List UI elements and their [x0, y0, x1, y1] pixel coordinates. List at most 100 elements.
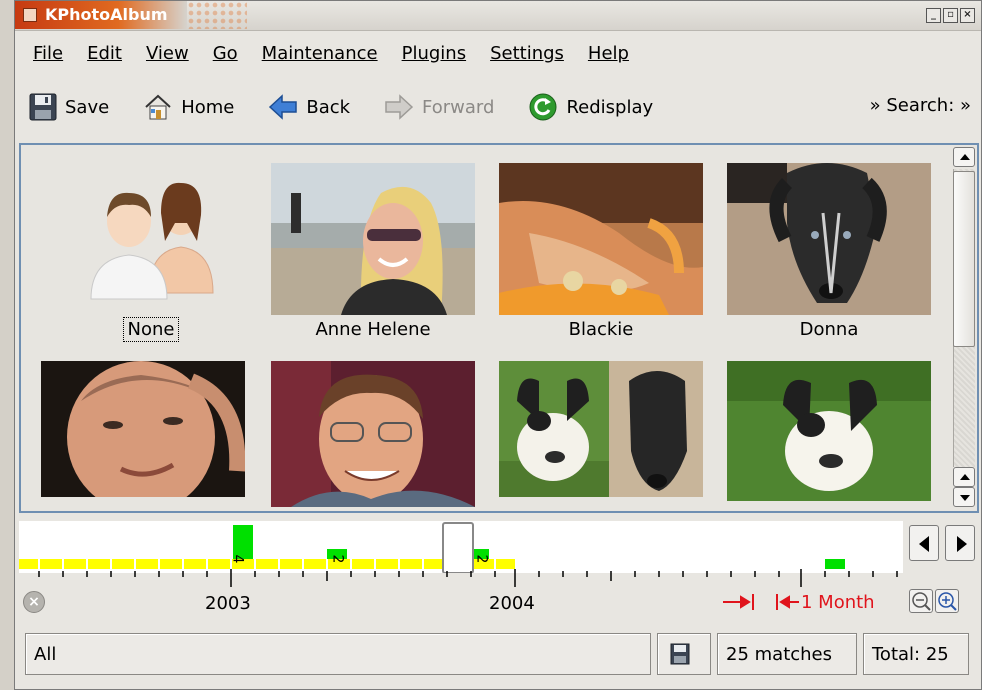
menu-file[interactable]: File [33, 43, 63, 64]
menubar: File Edit View Go Maintenance Plugins Se… [15, 33, 981, 73]
maximize-icon[interactable]: ▫ [943, 8, 958, 23]
forward-label: Forward [422, 96, 495, 118]
menu-settings[interactable]: Settings [490, 43, 564, 64]
app-icon [23, 8, 37, 22]
total-label: Total: 25 [872, 643, 949, 665]
total-count: Total: 25 [863, 633, 969, 675]
menu-plugins-label: Plugins [401, 42, 467, 64]
refresh-icon [529, 93, 557, 121]
toolbar: Save Home Back Forward Redisplay » Searc… [15, 77, 981, 137]
count-label-2: 2 [329, 554, 346, 564]
back-arrow-icon [269, 94, 298, 120]
scroll-up-button-lower[interactable] [953, 467, 975, 487]
scroll-down-button[interactable] [953, 487, 975, 507]
date-bar-scroll-left-button[interactable] [909, 525, 939, 561]
window-title: KPhotoAlbum [45, 5, 168, 24]
count-label-3: 2 [473, 554, 490, 564]
donna-photo [727, 163, 931, 315]
person-6-thumbnail[interactable] [271, 361, 475, 507]
zoom-in-icon [938, 592, 957, 611]
matches-label: 25 matches [726, 643, 833, 665]
range-unit-label: 1 Month [801, 591, 875, 613]
caption-blackie: Blackie [568, 319, 634, 340]
count-label-1: 4 [229, 554, 246, 564]
person-5-photo [41, 361, 245, 497]
status-bar: All 25 matches Total: 25 [15, 631, 981, 679]
anne-helene-thumbnail[interactable] [271, 163, 475, 315]
caption-anne-helene: Anne Helene [315, 319, 431, 340]
scroll-thumb[interactable] [953, 171, 975, 347]
person-7-thumbnail[interactable] [499, 361, 703, 497]
person-8-photo [727, 361, 931, 501]
forward-button[interactable]: Forward [384, 94, 494, 120]
caption-donna: Donna [799, 319, 859, 340]
back-button[interactable]: Back [268, 94, 350, 120]
filter-text: All [34, 643, 57, 665]
range-arrows-icon [723, 594, 799, 610]
caption-none: None [49, 317, 253, 342]
date-bar-ticks [38, 569, 898, 587]
home-label: Home [181, 96, 235, 118]
date-bar-yellow-segments [19, 559, 515, 569]
menu-go[interactable]: Go [213, 43, 238, 64]
category-icon-view[interactable]: None Anne Helene Blackie Donna [19, 143, 979, 513]
floppy-icon [29, 93, 57, 121]
main-window: KPhotoAlbum _ ▫ × File Edit View Go Main… [14, 0, 982, 690]
clear-date-selection-icon[interactable]: × [23, 591, 45, 613]
window-controls: _ ▫ × [926, 8, 975, 23]
vertical-scrollbar[interactable] [953, 147, 975, 509]
menu-help-label: Help [587, 42, 629, 64]
donna-thumbnail[interactable] [727, 163, 931, 315]
date-bar[interactable]: 4 2 2 [19, 521, 903, 573]
date-bar-selection[interactable] [442, 522, 474, 573]
date-range-unit: 1 Month [721, 591, 875, 613]
blackie-photo [499, 163, 703, 315]
menu-plugins[interactable]: Plugins [402, 43, 466, 64]
save-search-button[interactable] [657, 633, 711, 675]
matches-count[interactable]: 25 matches [717, 633, 857, 675]
back-label: Back [306, 96, 351, 118]
menu-maintenance[interactable]: Maintenance [262, 43, 378, 64]
person-7-photo [499, 361, 703, 497]
redisplay-label: Redisplay [566, 96, 654, 118]
menu-go-label: Go [212, 42, 238, 64]
menu-settings-label: Settings [490, 42, 564, 64]
none-thumbnail[interactable] [71, 173, 221, 303]
caption-none-label: None [122, 317, 180, 342]
title-decoration [187, 1, 247, 29]
minimize-icon[interactable]: _ [926, 8, 941, 23]
search-toolbar-toggle[interactable]: » Search: » [870, 95, 971, 116]
person-8-thumbnail[interactable] [727, 361, 931, 501]
date-bar-scroll-right-button[interactable] [945, 525, 975, 561]
redisplay-button[interactable]: Redisplay [528, 92, 653, 122]
menu-maintenance-label: Maintenance [261, 42, 378, 64]
close-icon[interactable]: × [960, 8, 975, 23]
year-label-2004: 2004 [489, 593, 535, 614]
menu-edit-label: Edit [87, 42, 122, 64]
zoom-out-icon [912, 592, 931, 611]
home-button[interactable]: Home [143, 93, 234, 121]
menu-file-label: File [33, 42, 64, 64]
date-bar-count-4 [825, 559, 845, 569]
scroll-up-button[interactable] [953, 147, 975, 167]
search-filter-field[interactable]: All [25, 633, 651, 675]
people-placeholder-icon [90, 182, 214, 300]
small-floppy-icon [670, 643, 690, 665]
blackie-thumbnail[interactable] [499, 163, 703, 315]
zoom-out-button[interactable] [909, 589, 933, 613]
person-5-thumbnail[interactable] [41, 361, 245, 497]
save-label: Save [65, 96, 110, 118]
zoom-in-button[interactable] [935, 589, 959, 613]
save-button[interactable]: Save [29, 93, 109, 121]
person-6-photo [271, 361, 475, 507]
date-bar-histogram[interactable] [19, 521, 903, 573]
menu-view[interactable]: View [146, 43, 189, 64]
title-tab: KPhotoAlbum [15, 1, 187, 29]
menu-edit[interactable]: Edit [87, 43, 122, 64]
year-label-2003: 2003 [205, 593, 251, 614]
home-icon [145, 94, 171, 120]
menu-help[interactable]: Help [588, 43, 629, 64]
forward-arrow-icon [385, 94, 414, 120]
anne-helene-photo [271, 163, 475, 315]
titlebar[interactable]: KPhotoAlbum _ ▫ × [15, 1, 981, 31]
